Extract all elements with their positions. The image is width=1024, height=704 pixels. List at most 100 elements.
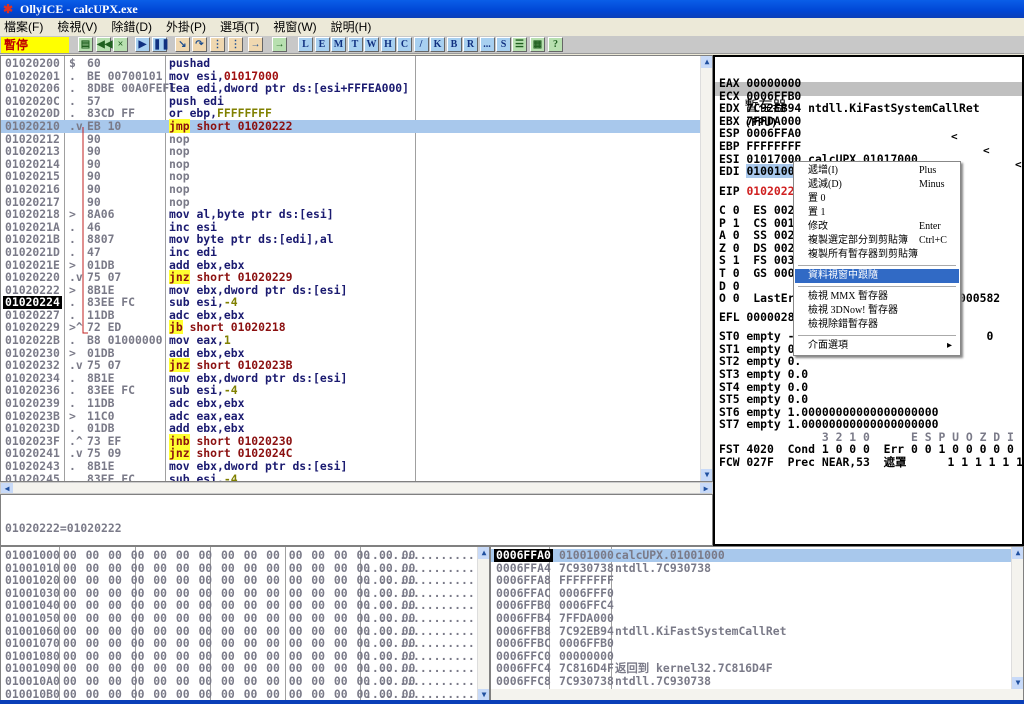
register-line[interactable]: EFL 00000286 <box>719 311 801 324</box>
register-line[interactable]: EIP 01020222 <box>719 185 801 198</box>
register-line[interactable]: ST5 empty 0.0 <box>719 393 808 406</box>
stack-row[interactable]: 0006FFA0 01001000 calcUPX.01001000 <box>491 549 1011 562</box>
context-menu-item[interactable]: 遞增(I) Plus <box>795 164 959 178</box>
run-icon[interactable]: ▶ <box>135 37 150 52</box>
context-menu-item[interactable]: 置 1 <box>795 206 959 220</box>
disasm-row[interactable]: 01020212 90 nop <box>1 132 701 146</box>
pause-icon[interactable]: ❚❚ <box>152 37 170 52</box>
register-line[interactable]: C 0 ES 0023 <box>719 204 801 217</box>
register-line[interactable]: EBP FFFFFFFF <box>719 140 801 153</box>
scroll-up-icon[interactable]: ▲ <box>1012 547 1023 559</box>
menu-item[interactable]: 視窗(W) <box>273 18 316 36</box>
toolbar-window-button[interactable]: B <box>446 37 462 52</box>
context-menu-item[interactable]: 介面選項 ▸ <box>795 339 959 353</box>
disasm-row[interactable]: 01020239. 11DB adc ebx,ebx <box>1 397 701 410</box>
trace-over-icon[interactable]: ⋮ <box>228 37 243 52</box>
disasm-row[interactable]: 01020215 90 nop <box>1 170 701 183</box>
disasm-row[interactable]: 0102021D. 47 inc edi <box>1 246 701 259</box>
disasm-row[interactable]: 01020206. 8DBE 00A0FEFF lea edi,dword ptr … <box>1 82 701 95</box>
context-menu-item[interactable]: 置 0 <box>795 192 959 206</box>
context-menu-item[interactable]: 檢視 3DNow! 暫存器 <box>795 304 959 318</box>
disassembly-scrollbar[interactable]: ▲ ▼ <box>700 56 712 481</box>
disasm-row[interactable]: 01020214 90 nop <box>1 157 701 171</box>
context-menu-item[interactable]: 遞減(D) Minus <box>795 178 959 192</box>
toolbar-window-button[interactable]: T <box>347 37 363 52</box>
stack-row[interactable]: 0006FFB4 7FFDA000 <box>491 612 1011 625</box>
disassembly-hscrollbar[interactable]: ◀ ▶ <box>0 482 713 494</box>
disasm-row[interactable]: 01020213 90 nop <box>1 145 701 158</box>
register-line[interactable]: ST2 empty 0. <box>719 355 801 368</box>
scroll-left-icon[interactable]: ◀ <box>1 483 13 493</box>
toolbar-window-button[interactable]: ... <box>479 37 495 52</box>
disasm-row[interactable]: 01020220 .v 75 07 jnz short 01020229 <box>1 270 701 285</box>
disasm-row[interactable]: 01020243. 8B1E mov ebx,dword ptr ds:[esi] <box>1 460 701 473</box>
chevron-left-icon[interactable]: < <box>951 130 958 144</box>
context-menu-item[interactable]: 資料視窗中跟隨 <box>795 269 959 283</box>
list-icon[interactable]: ☰ <box>512 37 527 52</box>
toolbar-window-button[interactable]: K <box>430 37 445 52</box>
disasm-row[interactable]: 01020224. 83EE FC sub esi,-4 <box>1 296 701 309</box>
menu-item[interactable]: 除錯(D) <box>111 18 152 36</box>
scroll-right-icon[interactable]: ▶ <box>700 483 712 493</box>
menu-item[interactable]: 檔案(F) <box>4 18 43 36</box>
toolbar-window-button[interactable]: S <box>496 37 511 52</box>
context-menu-item[interactable]: 修改 Enter <box>795 220 959 234</box>
step-into-icon[interactable]: ↘ <box>175 37 190 52</box>
disassembly-pane[interactable]: 01020200 $60 pushad 01020201. BE 00700101 mo… <box>0 55 713 482</box>
disasm-row[interactable]: 0102023D. 01DB add ebx,ebx <box>1 422 701 435</box>
chevron-left-icon[interactable]: < <box>983 144 990 158</box>
register-line[interactable]: FCW 027F Prec NEAR,53 遮罩 1 1 1 1 1 1 <box>719 456 1022 469</box>
disasm-row[interactable]: 01020216 90 nop <box>1 183 701 196</box>
toolbar-window-button[interactable]: / <box>413 37 429 52</box>
register-line[interactable]: A 0 SS 0023 <box>719 229 801 242</box>
dump-pane[interactable]: 01001000 00 00 00 00 00 00 00 00 00 00 00… <box>0 546 490 702</box>
register-line[interactable]: ST7 empty 1.00000000000000000000 <box>719 418 938 431</box>
close-icon[interactable]: × <box>113 37 128 52</box>
register-line[interactable]: S 1 FS 003B <box>719 254 801 267</box>
context-menu-item[interactable]: 複製所有暫存器到剪貼簿 <box>795 248 959 262</box>
menu-item[interactable]: 檢視(V) <box>57 18 97 36</box>
stack-pane[interactable]: 0006FFA0 01001000 calcUPX.01001000 0006FFA4… <box>490 546 1024 702</box>
toolbar-window-button[interactable]: R <box>463 37 478 52</box>
register-line[interactable]: EDI 01001000 <box>719 164 802 178</box>
disasm-row[interactable]: 01020232 .v 75 07 jnz short 0102023B <box>1 358 701 373</box>
stack-scrollbar[interactable]: ▲ ▼ <box>1011 547 1023 689</box>
menu-item[interactable]: 說明(H) <box>331 18 372 36</box>
toolbar-window-button[interactable]: C <box>397 37 412 52</box>
restart-icon[interactable]: ◀◀ <box>96 37 112 52</box>
menu-item[interactable]: 選項(T) <box>220 18 259 36</box>
chevron-left-icon[interactable]: < <box>1015 158 1022 172</box>
context-menu-item[interactable]: 檢視除錯暫存器 <box>795 318 959 332</box>
stack-row[interactable]: 0006FFA8 FFFFFFFF <box>491 574 1011 587</box>
disasm-row[interactable]: 01020200 $60 pushad <box>1 57 701 70</box>
context-menu-item[interactable]: 複製選定部分到剪貼簿 Ctrl+C <box>795 234 959 248</box>
open-icon[interactable]: ▤ <box>78 37 93 52</box>
register-line[interactable]: ESP 0006FFA0 <box>719 127 801 140</box>
context-menu-item[interactable]: 檢視 MMX 暫存器 <box>795 290 959 304</box>
scroll-down-icon[interactable]: ▼ <box>1012 677 1023 689</box>
register-line[interactable]: EDX 7C92EB94 ntdll.KiFastSystemCallRet <box>719 102 980 115</box>
register-line[interactable]: FST 4020 Cond 1 0 0 0 Err 0 0 1 0 0 0 0 … <box>719 443 1022 456</box>
toolbar-window-button[interactable]: W <box>364 37 379 52</box>
scroll-up-icon[interactable]: ▲ <box>701 56 712 68</box>
toolbar-window-button[interactable]: E <box>314 37 330 52</box>
toolbar-window-button[interactable]: L <box>298 37 313 52</box>
stack-row[interactable]: 0006FFC8 7C930738 ntdll.7C930738 <box>491 675 1011 688</box>
scroll-up-icon[interactable]: ▲ <box>478 547 489 559</box>
disasm-row[interactable]: 0102022B. B8 01000000 mov eax,1 <box>1 334 701 347</box>
trace-into-icon[interactable]: ⋮ <box>210 37 225 52</box>
help-icon[interactable]: ? <box>548 37 563 52</box>
colors-icon[interactable]: ▦ <box>530 37 545 52</box>
scroll-down-icon[interactable]: ▼ <box>701 469 712 481</box>
register-line[interactable]: ST3 empty 0.0 <box>719 368 808 381</box>
disasm-row[interactable]: 01020210 .v EB 10 jmp short 01020222 <box>1 118 701 133</box>
toolbar-window-button[interactable]: M <box>331 37 346 52</box>
disasm-row[interactable]: 0102021B. 8807 mov byte ptr ds:[edi],al <box>1 233 701 246</box>
dump-scrollbar[interactable]: ▲ ▼ <box>477 547 489 701</box>
stack-row[interactable]: 0006FFBC 0006FFB0 <box>491 637 1011 650</box>
toolbar-window-button[interactable]: H <box>380 37 396 52</box>
register-line[interactable]: T 0 GS 0000 <box>719 267 801 280</box>
register-line[interactable]: EAX 00000000 <box>719 77 801 90</box>
disasm-row[interactable]: 01020245. 83EE FC sub esi,-4 <box>1 472 701 481</box>
menu-item[interactable]: 外掛(P) <box>166 18 206 36</box>
